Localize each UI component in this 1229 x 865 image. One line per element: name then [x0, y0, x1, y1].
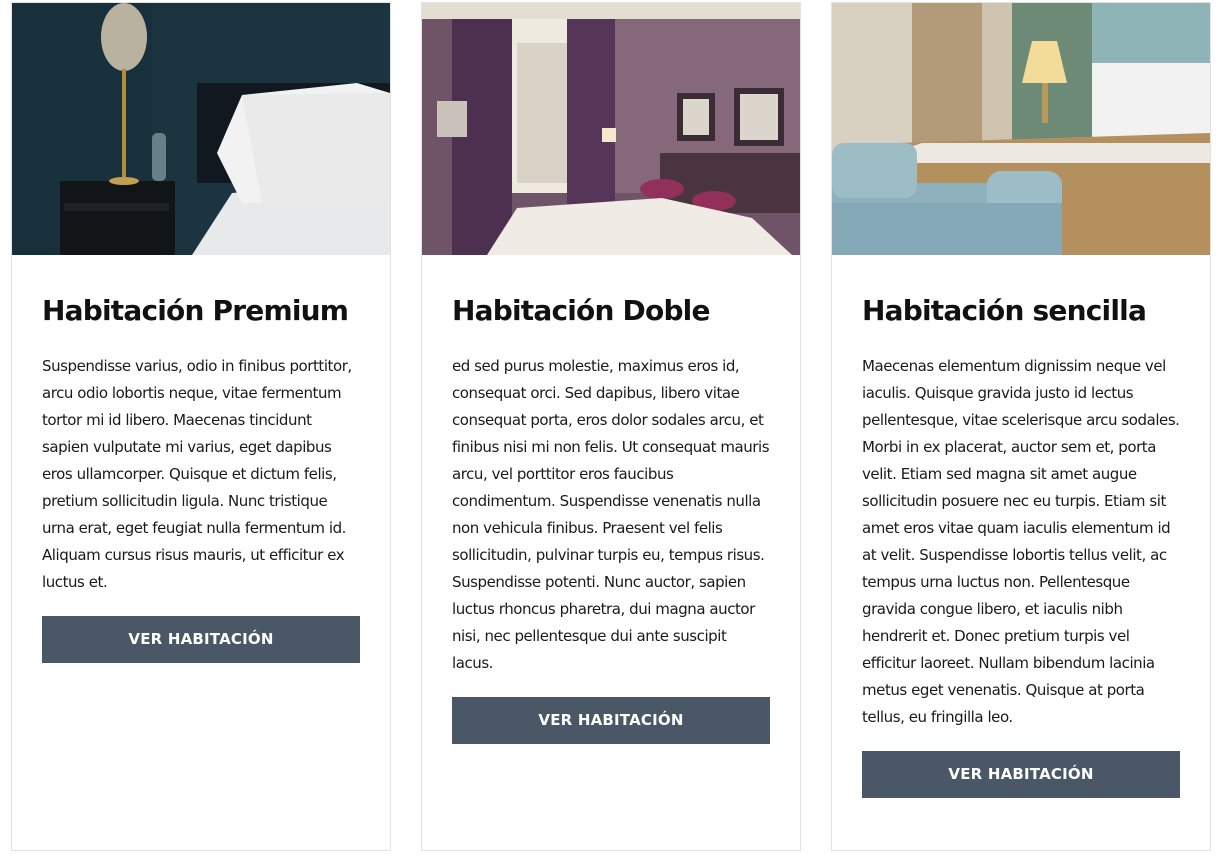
room-card-premium: Habitación Premium Suspendisse varius, o…	[11, 2, 391, 851]
room-image-double	[422, 3, 800, 255]
room-description: Maecenas elementum dignissim neque vel i…	[862, 357, 1180, 726]
dark-bedroom-photo	[12, 3, 390, 255]
room-title: Habitación Premium	[42, 294, 349, 327]
room-image-premium	[12, 3, 390, 255]
room-image-single	[832, 3, 1210, 255]
room-title: Habitación sencilla	[862, 294, 1147, 327]
room-cards: Habitación Premium Suspendisse varius, o…	[0, 0, 1229, 865]
room-card-double: Habitación Doble ed sed purus molestie, …	[421, 2, 801, 851]
purple-hotel-room-photo	[422, 3, 800, 255]
view-room-button[interactable]: VER HABITACIÓN	[452, 697, 770, 744]
room-title: Habitación Doble	[452, 294, 710, 327]
view-room-button[interactable]: VER HABITACIÓN	[42, 616, 360, 663]
room-card-single: Habitación sencilla Maecenas elementum d…	[831, 2, 1211, 851]
room-description: ed sed purus molestie, maximus eros id, …	[452, 357, 770, 672]
bedroom-with-sofa-photo	[832, 3, 1210, 255]
view-room-button[interactable]: VER HABITACIÓN	[862, 751, 1180, 798]
room-description: Suspendisse varius, odio in finibus port…	[42, 357, 352, 591]
